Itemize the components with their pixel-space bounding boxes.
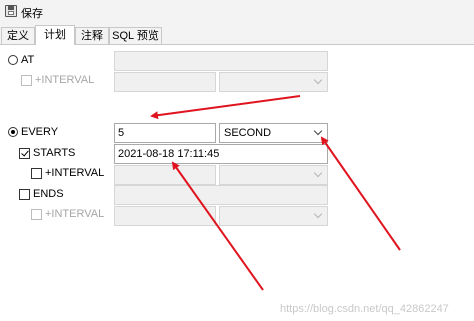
- every-unit-value: SECOND: [224, 127, 272, 139]
- at-radio[interactable]: [8, 55, 18, 65]
- save-button[interactable]: 保存: [21, 5, 43, 21]
- at-interval-label: +INTERVAL: [35, 74, 95, 86]
- starts-datetime-value: 2021-08-18 17:11:45: [118, 148, 220, 160]
- chevron-down-icon: [313, 209, 323, 219]
- save-icon[interactable]: [5, 5, 17, 17]
- ends-interval-checkbox[interactable]: [31, 209, 42, 220]
- starts-interval-label: +INTERVAL: [45, 167, 105, 179]
- starts-datetime-input[interactable]: 2021-08-18 17:11:45: [114, 144, 328, 164]
- tab-comment[interactable]: 注释: [75, 27, 109, 44]
- schedule-panel: AT +INTERVAL EVERY 5 SECOND STARTS 2021-…: [0, 45, 474, 321]
- tab-sql-preview[interactable]: SQL 预览: [109, 27, 162, 44]
- chevron-down-icon: [313, 75, 323, 85]
- every-unit-select[interactable]: SECOND: [219, 123, 328, 143]
- starts-interval-value-input[interactable]: [114, 165, 216, 185]
- at-label: AT: [21, 54, 35, 66]
- every-value: 5: [118, 127, 125, 139]
- tab-bar: 定义 计划 注释 SQL 预览: [0, 24, 474, 45]
- ends-label: ENDS: [33, 188, 64, 200]
- chevron-down-icon: [313, 126, 323, 136]
- starts-interval-checkbox[interactable]: [31, 168, 42, 179]
- ends-interval-unit-select[interactable]: [219, 206, 328, 226]
- at-interval-value-input[interactable]: [114, 72, 216, 92]
- at-interval-checkbox[interactable]: [21, 75, 32, 86]
- ends-interval-value-input[interactable]: [114, 206, 216, 226]
- chevron-down-icon: [313, 168, 323, 178]
- starts-label: STARTS: [33, 147, 76, 159]
- toolbar: 保存: [0, 0, 474, 24]
- starts-checkbox[interactable]: [19, 148, 30, 159]
- every-radio[interactable]: [8, 127, 18, 137]
- ends-checkbox[interactable]: [19, 189, 30, 200]
- watermark: https://blog.csdn.net/qq_42862247: [280, 303, 449, 315]
- ends-interval-label: +INTERVAL: [45, 208, 105, 220]
- starts-interval-unit-select[interactable]: [219, 165, 328, 185]
- every-label: EVERY: [21, 126, 59, 138]
- every-value-input[interactable]: 5: [114, 123, 216, 143]
- at-datetime-input[interactable]: [114, 51, 328, 71]
- tab-schedule[interactable]: 计划: [35, 25, 75, 45]
- at-interval-unit-select[interactable]: [219, 72, 328, 92]
- ends-datetime-input[interactable]: [114, 185, 328, 205]
- tab-definition[interactable]: 定义: [1, 27, 35, 44]
